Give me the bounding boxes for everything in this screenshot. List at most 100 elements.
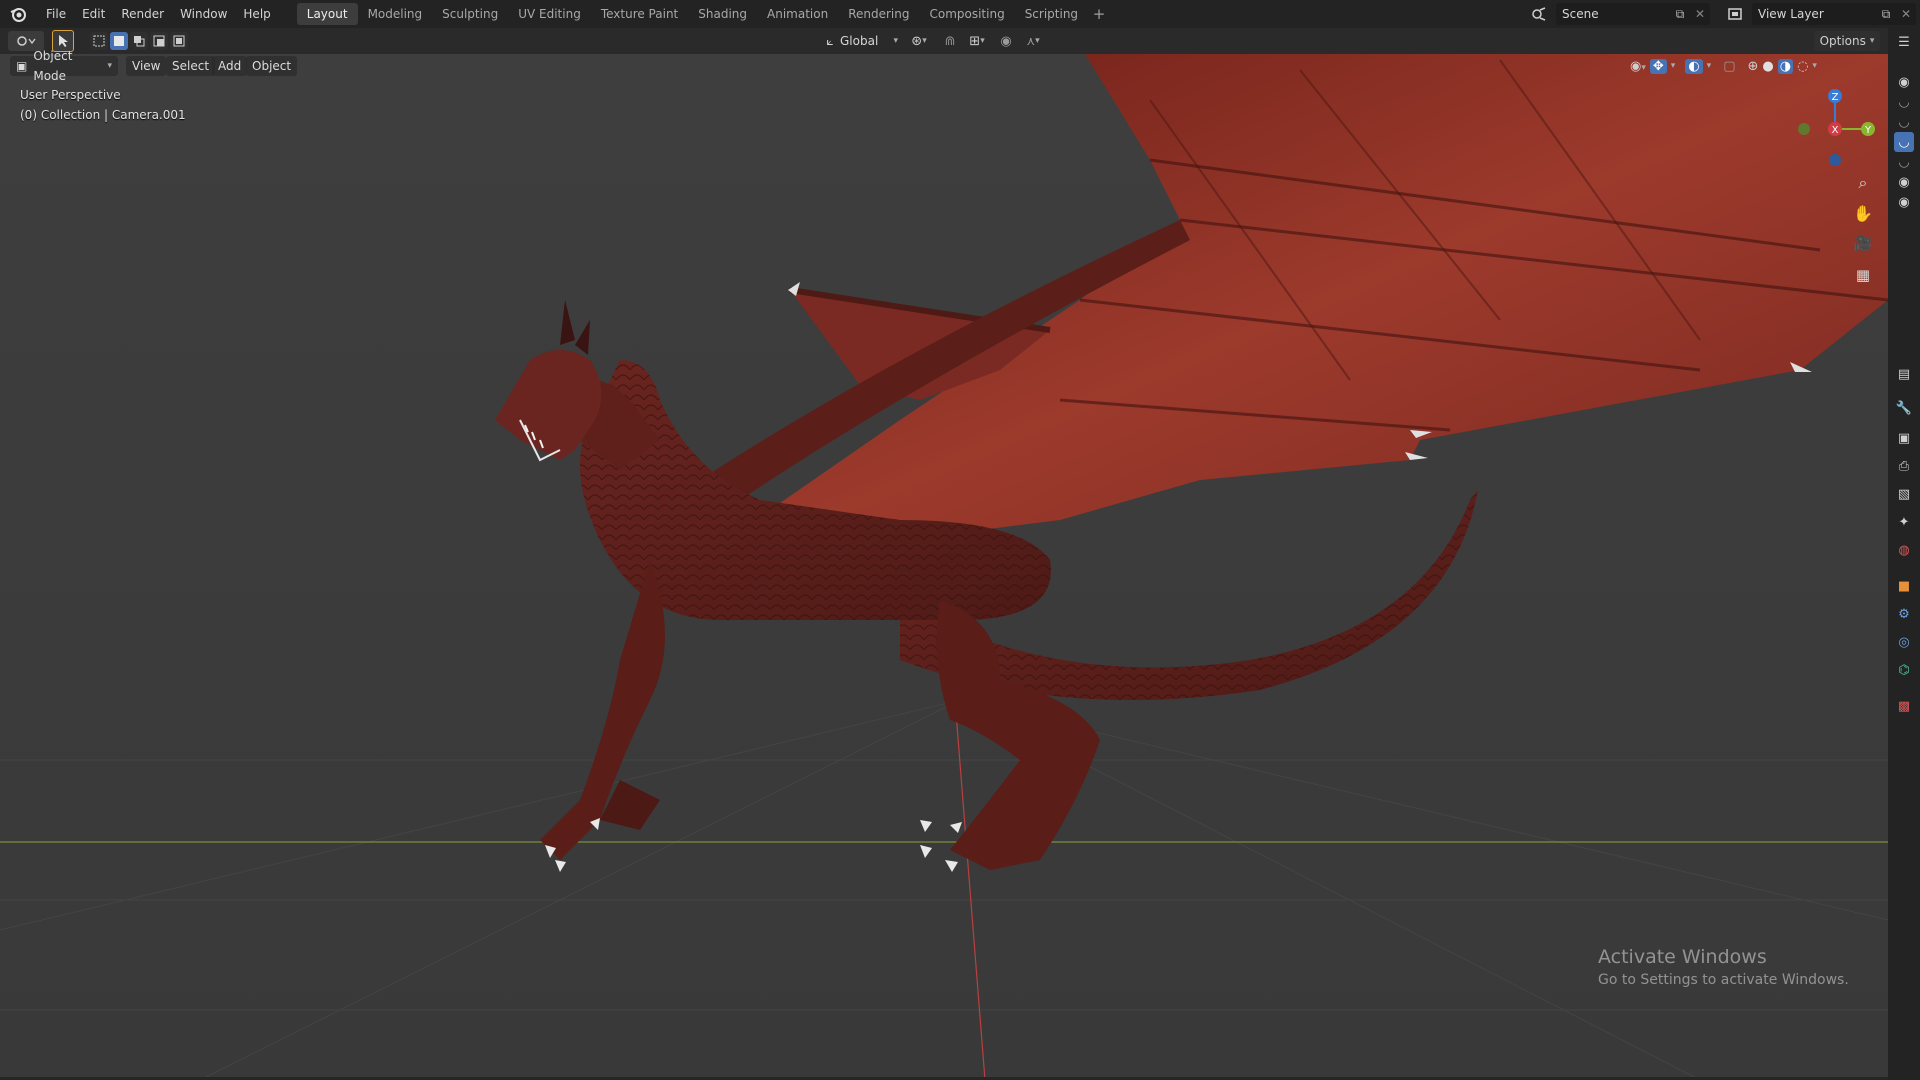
outliner-icon[interactable]: ☰: [1894, 32, 1914, 52]
chevron-down-icon: ▾: [1869, 36, 1875, 46]
view-layer-properties-icon[interactable]: ▧: [1894, 484, 1914, 504]
modifier-properties-icon[interactable]: ⚙: [1894, 604, 1914, 624]
scene-type-icon[interactable]: [1526, 4, 1552, 24]
new-view-layer-icon[interactable]: ⧉: [1876, 7, 1896, 22]
menu-render[interactable]: Render: [113, 3, 172, 25]
viewport-display-toolbar: ◉▾ ✥ ▾ ◐ ▾ ▢ ⊕ ● ◑ ◌ ▾: [1630, 58, 1817, 74]
tab-animation[interactable]: Animation: [757, 3, 838, 25]
menu-object[interactable]: Object: [246, 56, 298, 76]
tab-rendering[interactable]: Rendering: [838, 3, 919, 25]
eye-closed-icon[interactable]: ◡: [1894, 112, 1914, 132]
rendered-shading-icon[interactable]: ◌: [1797, 59, 1808, 74]
orientation-label: Global: [840, 34, 879, 48]
camera-view-icon[interactable]: 🎥: [1850, 230, 1876, 256]
tab-sculpting[interactable]: Sculpting: [432, 3, 508, 25]
remove-view-layer-icon[interactable]: ✕: [1896, 7, 1916, 21]
snap-toggle-icon[interactable]: ⋒: [940, 31, 960, 51]
gizmo-neg-z-axis[interactable]: [1829, 154, 1841, 166]
eye-icon[interactable]: ◉: [1894, 172, 1914, 192]
view-layer-selector[interactable]: View Layer ⧉ ✕: [1752, 3, 1916, 25]
properties-editor-icon[interactable]: ▤: [1894, 364, 1914, 384]
chevron-down-icon[interactable]: ▾: [1812, 61, 1817, 71]
render-properties-icon[interactable]: ▣: [1894, 428, 1914, 448]
menu-view[interactable]: View: [126, 56, 167, 76]
new-scene-icon[interactable]: ⧉: [1670, 7, 1690, 22]
navigation-gizmo[interactable]: Z Y X: [1790, 84, 1880, 174]
chevron-down-icon: ▾: [893, 36, 898, 46]
overlays-toggle-icon[interactable]: ◐: [1685, 58, 1703, 74]
solid-shading-icon[interactable]: ●: [1762, 59, 1773, 74]
tab-scripting[interactable]: Scripting: [1015, 3, 1088, 25]
tool-header: ⟀ Global ▾ ⊛ ▾ ⋒ ⊞ ▾ ◉ ⋏ ▾ Options ▾: [0, 28, 1888, 54]
pivot-point-icon[interactable]: ⊛ ▾: [904, 31, 934, 51]
top-bar: File Edit Render Window Help Layout Mode…: [0, 0, 1920, 28]
falloff-icon[interactable]: ⋏ ▾: [1018, 31, 1048, 51]
options-dropdown[interactable]: Options ▾: [1814, 31, 1880, 51]
select-extend-icon[interactable]: [110, 32, 128, 50]
tab-uv-editing[interactable]: UV Editing: [508, 3, 591, 25]
object-mode-label: Object Mode: [33, 49, 73, 83]
view-layer-name: View Layer: [1758, 7, 1824, 21]
visibility-icon[interactable]: ◉▾: [1630, 59, 1646, 74]
gizmo-x-label: X: [1832, 125, 1839, 136]
add-workspace-button[interactable]: +: [1088, 3, 1110, 25]
eye-icon[interactable]: ◉: [1894, 192, 1914, 212]
watermark-title: Activate Windows: [1598, 946, 1767, 968]
gizmo-neg-y-axis[interactable]: [1798, 123, 1810, 135]
gizmo-y-label: Y: [1864, 125, 1872, 136]
tab-shading[interactable]: Shading: [688, 3, 757, 25]
scene-name: Scene: [1562, 7, 1599, 21]
viewport-scene: [0, 54, 1888, 1080]
wireframe-shading-icon[interactable]: ⊕: [1747, 59, 1758, 74]
scene-selector[interactable]: Scene ⧉ ✕: [1556, 3, 1710, 25]
eye-icon[interactable]: ◉: [1894, 72, 1914, 92]
xray-toggle-icon[interactable]: ▢: [1723, 59, 1735, 74]
menu-select[interactable]: Select: [166, 56, 216, 76]
object-mode-icon: ▣: [16, 59, 28, 73]
orientation-dropdown[interactable]: ⟀ Global ▾: [820, 31, 898, 51]
gizmo-z-label: Z: [1832, 92, 1839, 103]
menu-help[interactable]: Help: [235, 3, 278, 25]
gizmo-toggle-icon[interactable]: ✥: [1649, 58, 1667, 74]
scene-properties-icon[interactable]: ✦: [1894, 512, 1914, 532]
active-collection-label: (0) Collection | Camera.001: [20, 108, 186, 122]
pan-hand-icon[interactable]: ✋: [1850, 200, 1876, 226]
remove-scene-icon[interactable]: ✕: [1690, 7, 1710, 21]
object-mode-dropdown[interactable]: ▣ Object Mode ▾: [10, 49, 118, 83]
menu-edit[interactable]: Edit: [74, 3, 113, 25]
tab-modeling[interactable]: Modeling: [358, 3, 433, 25]
object-data-properties-icon[interactable]: ⌬: [1894, 660, 1914, 680]
view-layer-icon[interactable]: [1722, 4, 1748, 24]
3d-viewport[interactable]: [0, 54, 1888, 1080]
viewport-header: ▣ Object Mode ▾ View Select Add Object ◉…: [0, 49, 1888, 83]
right-sidebar: ☰ ◉ ◡ ◡ ◡ ◡ ◉ ◉ ▤ 🔧 ▣ ⎙ ▧ ✦ ◍ ■ ⚙ ◎ ⌬ ▩: [1888, 28, 1920, 1080]
menu-add[interactable]: Add: [212, 56, 248, 76]
eye-closed-icon[interactable]: ◡: [1894, 92, 1914, 112]
material-shading-icon[interactable]: ◑: [1777, 58, 1794, 74]
tab-layout[interactable]: Layout: [296, 3, 358, 25]
menu-window[interactable]: Window: [172, 3, 235, 25]
tab-texture-paint[interactable]: Texture Paint: [591, 3, 688, 25]
proportional-edit-icon[interactable]: ◉: [996, 31, 1016, 51]
physics-properties-icon[interactable]: ◎: [1894, 632, 1914, 652]
select-intersect-icon[interactable]: [170, 32, 188, 50]
tab-compositing[interactable]: Compositing: [919, 3, 1014, 25]
options-label: Options: [1819, 34, 1866, 48]
tool-properties-icon[interactable]: 🔧: [1894, 398, 1914, 418]
eye-closed-icon[interactable]: ◡: [1894, 132, 1914, 152]
menu-file[interactable]: File: [38, 3, 74, 25]
world-properties-icon[interactable]: ◍: [1894, 540, 1914, 560]
view-perspective-label: User Perspective: [20, 88, 121, 102]
select-subtract-icon[interactable]: [130, 32, 148, 50]
orientation-icon: ⟀: [826, 33, 834, 48]
blender-logo-icon[interactable]: [8, 4, 28, 24]
snap-target-icon[interactable]: ⊞ ▾: [962, 31, 992, 51]
texture-properties-icon[interactable]: ▩: [1894, 696, 1914, 716]
object-properties-icon[interactable]: ■: [1894, 576, 1914, 596]
zoom-icon[interactable]: ⌕: [1850, 170, 1876, 196]
select-invert-icon[interactable]: [150, 32, 168, 50]
output-properties-icon[interactable]: ⎙: [1894, 456, 1914, 476]
eye-closed-icon[interactable]: ◡: [1894, 152, 1914, 172]
ortho-toggle-icon[interactable]: ▦: [1850, 262, 1876, 288]
windows-activation-watermark: Activate Windows Go to Settings to activ…: [1598, 946, 1849, 988]
